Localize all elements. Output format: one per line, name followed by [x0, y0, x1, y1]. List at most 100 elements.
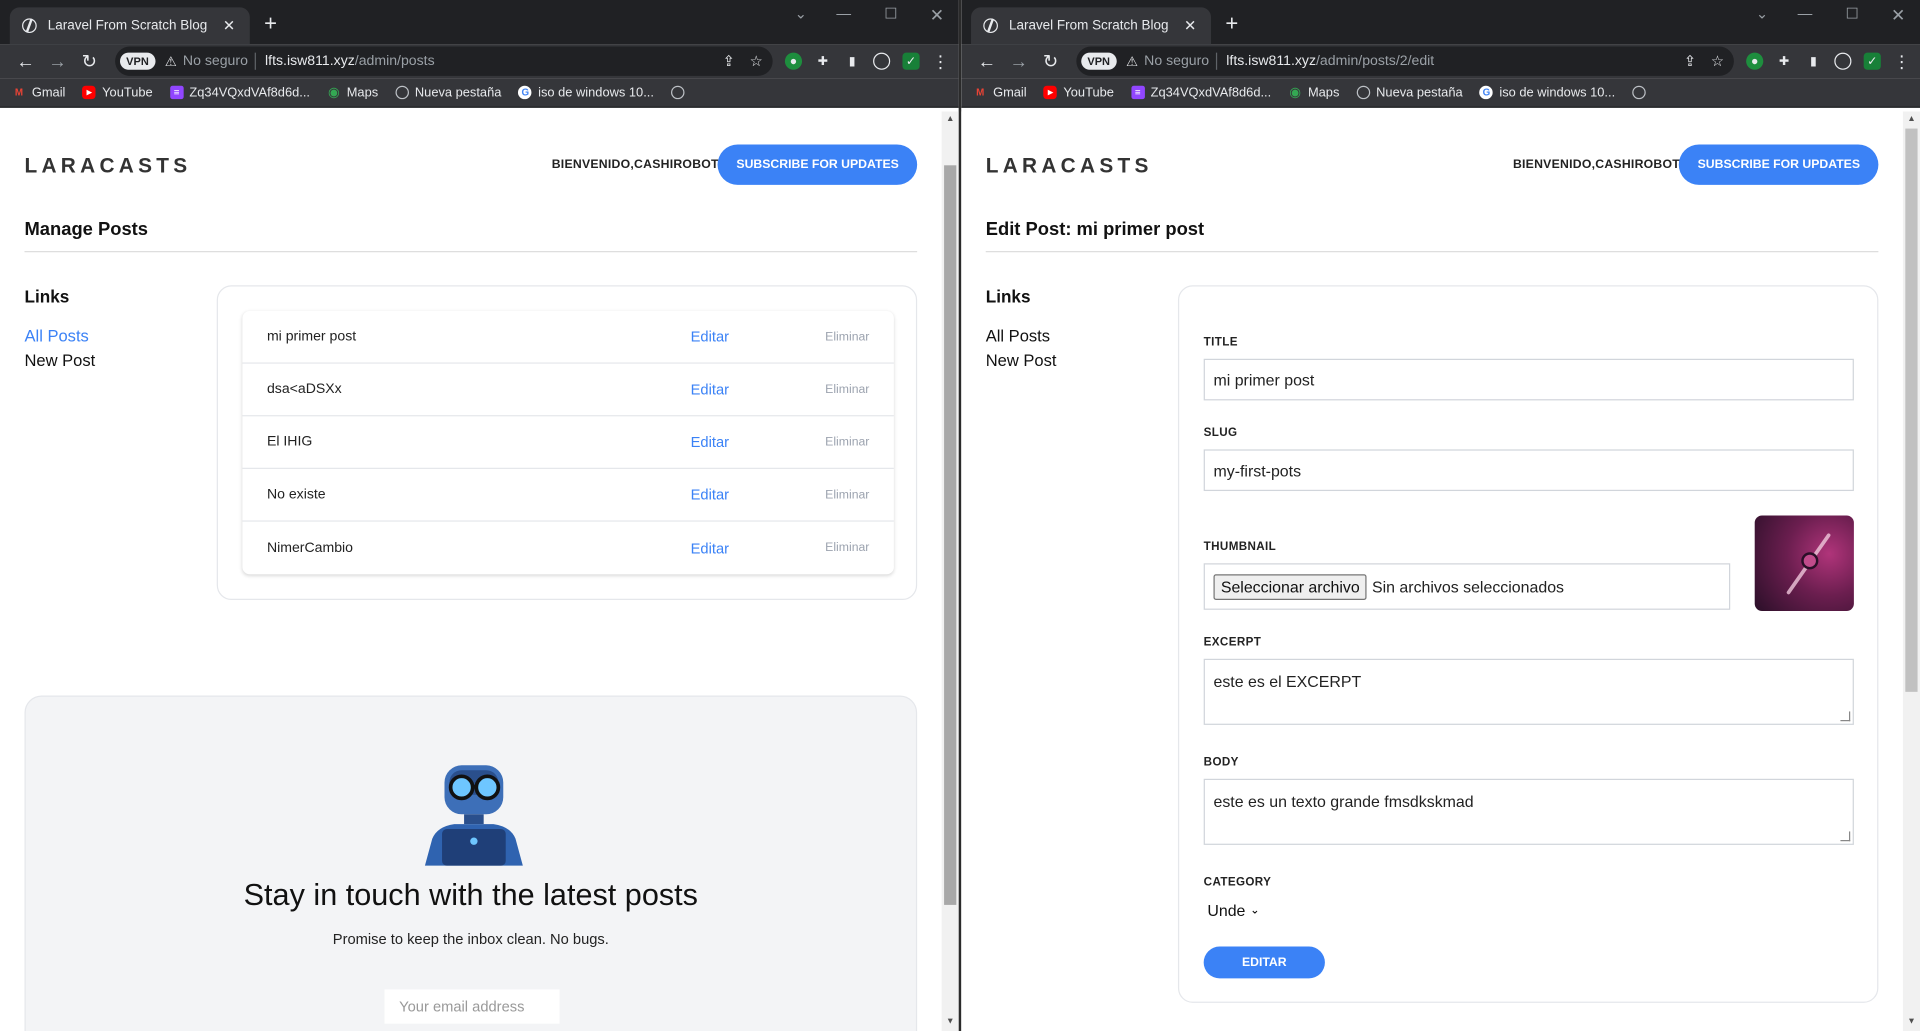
resize-handle-icon[interactable] — [1840, 711, 1851, 722]
edit-link[interactable]: Editar — [691, 486, 821, 503]
youtube-icon: ▶ — [82, 85, 97, 100]
bookmark-youtube[interactable]: ▶ YouTube — [82, 85, 153, 100]
scrollbar-thumb[interactable] — [944, 165, 957, 905]
browser-tab[interactable]: Laravel From Scratch Blog ✕ — [9, 7, 250, 45]
back-icon[interactable]: ← — [10, 51, 42, 72]
not-secure-label[interactable]: No seguro — [1144, 54, 1209, 69]
laracasts-logo[interactable]: LARACASTS — [24, 154, 191, 178]
puzzle-icon[interactable]: ✚ — [814, 53, 831, 70]
delete-button[interactable]: Eliminar — [820, 330, 869, 343]
bookmark-globe[interactable] — [671, 85, 691, 100]
edit-link[interactable]: Editar — [691, 381, 821, 398]
bookmark-maps[interactable]: ◉ Maps — [1288, 85, 1339, 100]
scroll-down-icon[interactable]: ▼ — [1903, 1014, 1920, 1031]
bookmark-new-tab[interactable]: Nueva pestaña — [395, 85, 501, 100]
choose-file-button[interactable]: Seleccionar archivo — [1213, 573, 1368, 600]
subscribe-button[interactable]: SUBSCRIBE FOR UPDATES — [1679, 144, 1879, 185]
star-icon[interactable]: ☆ — [750, 53, 763, 70]
category-select[interactable]: Unde ⌄ — [1207, 901, 1259, 919]
bookmark-globe[interactable] — [1632, 85, 1652, 100]
chevron-down-icon[interactable]: ⌄ — [795, 5, 807, 22]
link-new-post[interactable]: New Post — [986, 351, 1057, 369]
forward-icon[interactable]: → — [42, 51, 74, 72]
bookmark-iso[interactable]: Giso de windows 10... — [1479, 85, 1615, 100]
forward-icon[interactable]: → — [1003, 51, 1035, 72]
lock-extension-icon[interactable]: ● — [1746, 52, 1764, 70]
more-icon[interactable]: ⋮ — [1893, 51, 1910, 71]
not-secure-label[interactable]: No seguro — [183, 54, 248, 69]
page-viewport[interactable]: LARACASTS BIENVENIDO,CASHIROBOT SUBSCRIB… — [961, 111, 1920, 1031]
side-panel-icon[interactable]: ▮ — [1805, 53, 1822, 70]
star-icon[interactable]: ☆ — [1711, 53, 1724, 70]
bookmark-gmail[interactable]: M Gmail — [973, 85, 1027, 100]
delete-button[interactable]: Eliminar — [820, 541, 869, 554]
bookmark-maps[interactable]: ◉ Maps — [327, 85, 378, 100]
side-panel-icon[interactable]: ▮ — [844, 53, 861, 70]
bookmark-gmail[interactable]: M Gmail — [12, 85, 66, 100]
shield-icon[interactable]: ✓ — [1863, 52, 1881, 70]
body-textarea[interactable]: este es un texto grande fmsdkskmad — [1203, 778, 1854, 845]
scrollbar-thumb[interactable] — [1905, 128, 1918, 692]
browser-tab[interactable]: Laravel From Scratch Blog ✕ — [971, 7, 1212, 45]
edit-link[interactable]: Editar — [691, 539, 821, 556]
address-bar[interactable]: VPN ⚠ No seguro lfts.isw811.xyz /admin/p… — [115, 46, 773, 76]
profile-icon[interactable] — [873, 52, 891, 70]
warning-icon: ⚠ — [1125, 54, 1139, 70]
link-all-posts[interactable]: All Posts — [24, 327, 88, 345]
close-window-icon[interactable]: ✕ — [930, 5, 944, 26]
close-window-icon[interactable]: ✕ — [1891, 5, 1905, 26]
delete-button[interactable]: Eliminar — [820, 383, 869, 396]
lock-extension-icon[interactable]: ● — [784, 52, 803, 70]
delete-button[interactable]: Eliminar — [820, 488, 869, 501]
scrollbar[interactable]: ▲ ▼ — [941, 111, 959, 1031]
vpn-badge[interactable]: VPN — [120, 52, 155, 70]
excerpt-textarea[interactable]: este es el EXCERPT — [1203, 658, 1854, 725]
scroll-up-icon[interactable]: ▲ — [942, 111, 959, 128]
bookmark-twitch[interactable]: ≡ Zq34VQxdVAf8d6d... — [169, 85, 310, 100]
bookmark-youtube[interactable]: ▶ YouTube — [1043, 85, 1114, 100]
resize-handle-icon[interactable] — [1840, 831, 1851, 842]
maximize-icon[interactable]: ☐ — [1846, 5, 1859, 22]
title-field[interactable]: mi primer post — [1203, 358, 1854, 401]
edit-link[interactable]: Editar — [691, 433, 821, 450]
thumbnail-file-input[interactable]: Seleccionar archivo Sin archivos selecci… — [1203, 563, 1731, 610]
welcome-text[interactable]: BIENVENIDO,CASHIROBOT — [552, 158, 719, 171]
submit-edit-button[interactable]: EDITAR — [1203, 946, 1325, 979]
profile-icon[interactable] — [1834, 52, 1852, 70]
new-tab-icon[interactable]: + — [1221, 12, 1243, 34]
edit-link[interactable]: Editar — [691, 328, 821, 345]
shield-icon[interactable]: ✓ — [902, 52, 920, 70]
subscribe-button[interactable]: SUBSCRIBE FOR UPDATES — [718, 144, 918, 185]
bookmark-twitch[interactable]: ≡ Zq34VQxdVAf8d6d... — [1131, 85, 1271, 100]
vpn-badge[interactable]: VPN — [1081, 52, 1117, 70]
tab-title: Laravel From Scratch Blog — [1008, 18, 1169, 34]
scroll-up-icon[interactable]: ▲ — [1903, 111, 1920, 128]
link-new-post[interactable]: New Post — [24, 351, 95, 369]
welcome-text[interactable]: BIENVENIDO,CASHIROBOT — [1513, 158, 1680, 171]
share-icon[interactable]: ⇪ — [723, 53, 735, 70]
laracasts-logo[interactable]: LARACASTS — [986, 154, 1153, 178]
minimize-icon[interactable]: — — [836, 5, 851, 22]
reload-icon[interactable]: ↻ — [1035, 50, 1067, 72]
share-icon[interactable]: ⇪ — [1684, 53, 1696, 70]
close-tab-icon[interactable]: ✕ — [1182, 17, 1199, 34]
reload-icon[interactable]: ↻ — [73, 50, 105, 72]
puzzle-icon[interactable]: ✚ — [1776, 53, 1793, 70]
delete-button[interactable]: Eliminar — [820, 435, 869, 448]
scrollbar[interactable]: ▲ ▼ — [1902, 111, 1920, 1031]
email-input[interactable]: Your email address — [384, 989, 560, 1024]
address-bar[interactable]: VPN ⚠ No seguro lfts.isw811.xyz /admin/p… — [1076, 46, 1734, 76]
chevron-down-icon[interactable]: ⌄ — [1756, 5, 1768, 22]
page-viewport[interactable]: LARACASTS BIENVENIDO,CASHIROBOT SUBSCRIB… — [0, 111, 959, 1031]
slug-field[interactable]: my-first-pots — [1203, 449, 1854, 492]
more-icon[interactable]: ⋮ — [932, 51, 949, 71]
link-all-posts[interactable]: All Posts — [986, 327, 1050, 345]
back-icon[interactable]: ← — [971, 51, 1003, 72]
new-tab-icon[interactable]: + — [260, 12, 282, 34]
maximize-icon[interactable]: ☐ — [884, 5, 897, 22]
close-tab-icon[interactable]: ✕ — [220, 17, 237, 34]
scroll-down-icon[interactable]: ▼ — [942, 1014, 959, 1031]
minimize-icon[interactable]: — — [1798, 5, 1813, 22]
bookmark-iso[interactable]: Giso de windows 10... — [518, 85, 654, 100]
bookmark-new-tab[interactable]: Nueva pestaña — [1356, 85, 1463, 100]
